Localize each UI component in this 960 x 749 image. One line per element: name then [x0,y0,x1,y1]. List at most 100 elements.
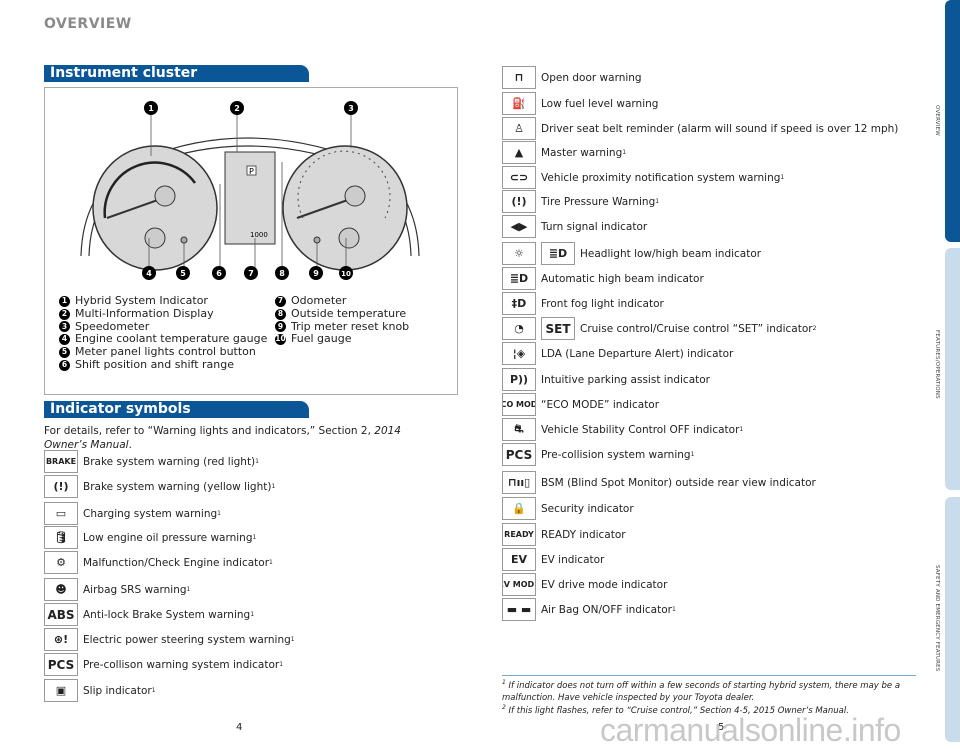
indicator-row: ⊂⊃ Vehicle proximity notification system … [502,166,784,189]
fog-light-icon: ‡D [502,292,536,315]
indicator-label: Cruise control/Cruise control “SET” indi… [580,322,813,335]
parking-assist-icon: P)) [502,368,536,391]
indicator-label: Anti-lock Brake System warning [83,608,251,621]
intro-text: For details, refer to “Warning lights an… [44,425,375,437]
callout-number: 9 [275,321,286,333]
bsm-icon: ⊓ıı▯ [502,471,536,494]
cluster-legend-item: 1 Hybrid System Indicator [59,294,267,308]
cluster-legend-item: 2 Multi-Information Display [59,306,267,321]
cluster-legend-right: 7 Odometer 8 Outside temperature 9 Trip meter… [275,294,409,346]
indicator-label: BSM (Blind Spot Monitor) outside rear vi… [541,476,816,489]
svg-text:2: 2 [234,104,240,113]
indicator-label: EV indicator [541,553,605,566]
indicator-row: PCS Pre-collison warning system indicator… [44,653,283,676]
side-tab-features[interactable] [945,248,960,490]
callout-number: 4 [59,334,70,346]
side-tab-safety[interactable] [945,497,960,742]
footnote-marker: 1 [279,661,284,668]
svg-text:5: 5 [180,269,186,278]
indicators-intro: For details, refer to “Warning lights an… [44,425,401,451]
indicator-label: READY indicator [541,528,626,541]
svg-text:10: 10 [341,270,351,278]
indicator-row: ☻ Airbag SRS warning 1 [44,578,190,601]
svg-text:4: 4 [146,269,152,278]
footnote-marker: 1 [290,636,295,643]
airbag-icon: ☻ [44,578,78,601]
indicator-label: Master warning [541,146,623,159]
turn-signal-icon: ◀▶ [502,215,536,238]
legend-label: Odometer [291,294,347,307]
footnote-marker: 1 [622,149,627,156]
legend-label: Multi-Information Display [75,306,214,320]
footnote-marker: 1 [690,451,695,458]
footnote-marker: 1 [780,174,785,181]
callout-number: 6 [59,359,70,371]
indicator-row: ECO MODE “ECO MODE” indicator [502,393,659,416]
cluster-legend-left: 1 Hybrid System Indicator 2 Multi-Informati… [59,294,267,372]
footnote-marker: 1 [252,534,257,541]
master-warning-icon: ▲ [502,141,536,164]
callout-number: 8 [275,308,286,320]
indicator-row: 🛢 Low engine oil pressure warning 1 [44,526,256,549]
cluster-legend-item: 7 Odometer [275,294,409,308]
footnote-marker: 1 [255,458,259,465]
indicator-row: ABS Anti-lock Brake System warning 1 [44,603,254,626]
footnote-1: 1 If indicator does not turn off within … [502,677,912,704]
svg-text:8: 8 [279,269,285,278]
indicator-row: ♙ Driver seat belt reminder (alarm will s… [502,117,898,140]
auto-high-beam-icon: ≣D [502,267,536,290]
footnote-1-text: If indicator does not turn off within a … [502,680,901,703]
legend-label: Hybrid System Indicator [75,294,208,307]
callout-number: 3 [59,321,70,333]
footnote-marker: 1 [269,559,273,566]
page-header: OVERVIEW [44,16,132,32]
indicator-label: Malfunction/Check Engine indicator [83,556,270,569]
svg-text:7: 7 [248,269,254,278]
brake-circle-icon: (!) [44,475,78,498]
indicator-label: “ECO MODE” indicator [541,398,660,411]
indicator-row: ¦◈ LDA (Lane Departure Alert) indicator [502,342,733,365]
indicator-label: Front fog light indicator [541,297,664,310]
indicator-row: PCS Pre-collision system warning 1 [502,443,694,466]
side-tab-overview-label: OVERVIEW [934,105,940,136]
eco-mode-icon: ECO MODE [502,393,536,416]
watermark: carmanualsonline.info [600,712,901,748]
footnote-marker: 1 [671,606,676,613]
indicator-label: Driver seat belt reminder (alarm will so… [541,122,899,135]
tire-pressure-icon: (!) [502,190,536,213]
callout-number: 5 [59,347,70,359]
callout-number: 10 [275,334,286,346]
section-title-indicator-symbols: Indicator symbols [44,401,309,418]
side-tab-overview[interactable] [945,0,960,242]
indicator-label: Pre-collision system warning [541,448,691,461]
indicator-label: EV drive mode indicator [541,578,668,591]
indicator-label: Turn signal indicator [541,220,648,233]
indicator-label: Brake system warning (red light) [83,455,256,468]
security-icon: 🔒 [502,497,536,520]
indicator-row: ≣D Automatic high beam indicator [502,267,704,290]
footnote-marker: 1 [186,586,191,593]
svg-text:9: 9 [313,269,319,278]
indicator-row: ▭ Charging system warning 1 [44,502,221,525]
indicator-label: Brake system warning (yellow light) [83,480,272,493]
indicator-label: Air Bag ON/OFF indicator [541,603,672,616]
battery-icon: ▭ [44,502,78,525]
footnote-marker: 1 [739,426,744,433]
indicator-label: Open door warning [541,71,642,84]
indicator-row: P)) Intuitive parking assist indicator [502,368,710,391]
indicator-label: Airbag SRS warning [83,583,187,596]
indicator-label: Vehicle proximity notification system wa… [541,171,781,184]
footnote-marker: 2 [812,325,817,332]
indicator-row: ▬ ▬ Air Bag ON/OFF indicator 1 [502,598,676,621]
slip-icon: ▣ [44,679,78,702]
indicator-label: Security indicator [541,502,634,515]
footnote-marker: 1 [655,198,660,205]
oil-can-icon: 🛢 [44,526,78,549]
indicator-label: Automatic high beam indicator [541,272,704,285]
instrument-cluster-figure: P 1000 1 2 3 4 5 6 7 8 9 10 1 Hybrid Syst… [44,87,458,395]
footnote-marker: 1 [271,483,276,490]
headlight-icon: ☼ [502,242,536,265]
indicator-row: ‡D Front fog light indicator [502,292,664,315]
indicator-row: ▲ Master warning 1 [502,141,626,164]
indicator-row: 🔒 Security indicator [502,497,634,520]
